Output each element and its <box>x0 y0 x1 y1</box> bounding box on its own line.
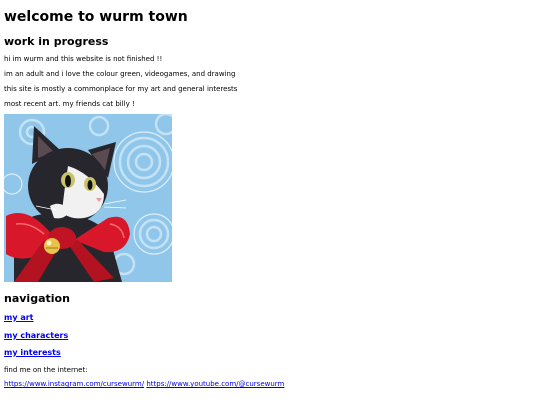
youtube-link[interactable]: https://www.youtube.com/@cursewurm <box>146 380 284 388</box>
intro-line-4: most recent art. my friends cat billy ! <box>4 100 135 108</box>
nav-link-my-interests[interactable]: my interests <box>4 348 61 358</box>
nav-link-my-characters[interactable]: my characters <box>4 331 68 341</box>
cat-artwork-image <box>4 114 172 282</box>
nav-link-my-art[interactable]: my art <box>4 313 34 323</box>
intro-line-3: this site is mostly a commonplace for my… <box>4 85 238 93</box>
intro-line-1: hi im wurm and this website is not finis… <box>4 55 163 63</box>
page-title: welcome to wurm town <box>4 9 188 25</box>
wip-heading: work in progress <box>4 35 109 48</box>
social-label: find me on the internet: <box>4 366 88 374</box>
navigation-heading: navigation <box>4 292 70 305</box>
social-links: https://www.instagram.com/cursewurm/ htt… <box>4 380 284 389</box>
instagram-link[interactable]: https://www.instagram.com/cursewurm/ <box>4 380 144 388</box>
intro-line-2: im an adult and i love the colour green,… <box>4 70 236 78</box>
